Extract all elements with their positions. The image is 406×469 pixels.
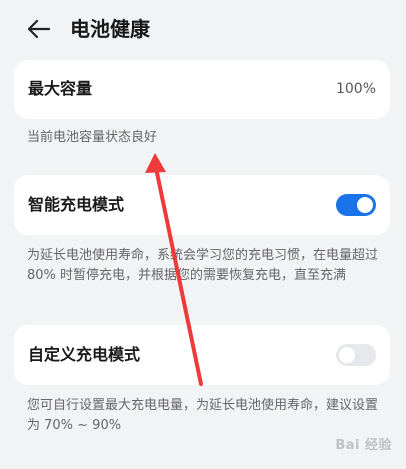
page-title: 电池健康 [70,17,150,41]
toggle-knob [339,347,355,363]
smart-charging-toggle[interactable] [336,194,376,216]
custom-charging-toggle[interactable] [336,344,376,366]
custom-charging-card[interactable]: 自定义充电模式 [14,325,390,385]
max-capacity-value: 100% [335,81,376,97]
toggle-knob [357,197,373,213]
watermark-logo: Bai 经验 [335,438,392,453]
max-capacity-label: 最大容量 [28,79,93,98]
custom-charging-label: 自定义充电模式 [28,345,141,364]
smart-charging-description: 为延长电池使用寿命，系统会学习您的充电习惯，在电量超过 80% 时暂停充电，并根… [27,248,379,283]
custom-charging-description: 您可自行设置最大充电电量，为延长电池使用寿命，建议设置为 70% ~ 90% [27,398,379,433]
smart-charging-label: 智能充电模式 [28,195,125,214]
back-arrow-icon [27,19,51,39]
smart-charging-card[interactable]: 智能充电模式 [14,175,390,235]
back-button[interactable] [22,14,56,44]
header-bar: 电池健康 [0,0,406,58]
max-capacity-description: 当前电池容量状态良好 [27,130,158,145]
max-capacity-card: 最大容量 100% [14,60,390,119]
